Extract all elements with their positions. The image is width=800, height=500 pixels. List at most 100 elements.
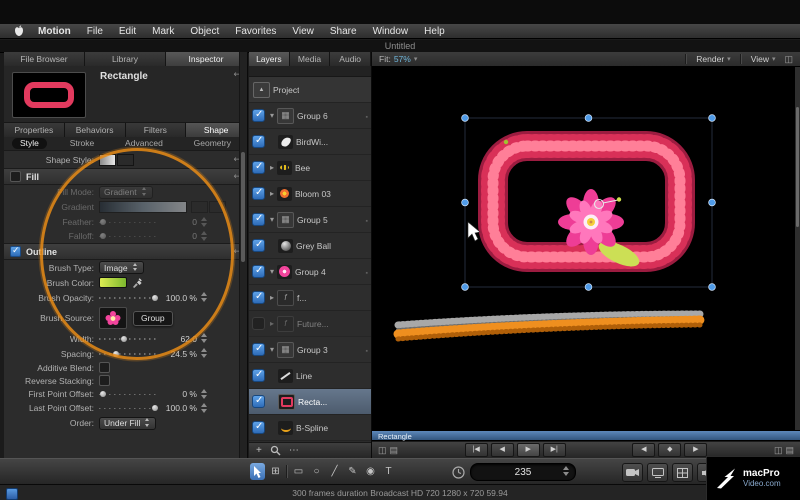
menu-window[interactable]: Window (365, 24, 417, 39)
layer-row-group6[interactable]: Group 6 (249, 103, 371, 129)
tab-file-browser[interactable]: File Browser (4, 52, 85, 66)
last-point-offset-stepper[interactable] (200, 403, 208, 414)
layer-row-bloom03[interactable]: Bloom 03 (249, 181, 371, 207)
reverse-stacking-checkbox[interactable] (99, 375, 110, 386)
gradient-preview-bar[interactable] (99, 201, 187, 213)
add-layer-button[interactable]: + (256, 444, 262, 458)
menu-file[interactable]: File (79, 24, 111, 39)
outline-checkbox[interactable] (10, 246, 21, 257)
tab-behaviors[interactable]: Behaviors (65, 123, 126, 137)
search-icon[interactable] (270, 445, 281, 456)
go-to-start-button[interactable]: |◀ (465, 443, 488, 457)
layer-row-rectangle-selected[interactable]: Recta... (249, 389, 371, 415)
visibility-checkbox[interactable] (252, 369, 265, 382)
layer-row-bee[interactable]: Bee (249, 155, 371, 181)
visibility-checkbox[interactable] (252, 161, 265, 174)
disclosure-triangle-icon[interactable] (268, 267, 276, 276)
additive-blend-checkbox[interactable] (99, 362, 110, 373)
menu-mark[interactable]: Mark (144, 24, 182, 39)
apple-menu[interactable] (8, 25, 30, 37)
brush-opacity-slider[interactable] (99, 293, 157, 302)
menu-help[interactable]: Help (416, 24, 453, 39)
visibility-checkbox[interactable] (252, 317, 265, 330)
bezier-pen-tool[interactable]: ✎ (345, 463, 360, 480)
eyedropper-icon[interactable] (132, 277, 143, 288)
visibility-checkbox[interactable] (252, 421, 265, 434)
brush-color-swatch[interactable] (99, 277, 127, 288)
feather-value[interactable]: 0 (161, 217, 197, 227)
visibility-checkbox[interactable] (252, 187, 265, 200)
layer-row-group3[interactable]: Group 3 (249, 337, 371, 363)
canvas-viewport[interactable] (372, 67, 800, 430)
tab-shape[interactable]: Shape (186, 123, 247, 137)
visibility-checkbox[interactable] (252, 395, 265, 408)
layer-row-birdwing[interactable]: BirdWi... (249, 129, 371, 155)
canvas-scrollbar[interactable] (795, 67, 800, 430)
go-to-end-button[interactable]: ▶| (543, 443, 566, 457)
layer-row-group4[interactable]: Group 4 (249, 259, 371, 285)
feather-slider[interactable] (99, 218, 157, 227)
lock-icon[interactable] (366, 345, 368, 355)
disclosure-triangle-icon[interactable] (268, 189, 276, 198)
disclosure-triangle-icon[interactable] (268, 215, 276, 224)
timecode-clock-icon[interactable] (452, 466, 465, 479)
last-point-offset-slider[interactable] (99, 404, 157, 413)
disclosure-triangle-icon[interactable] (268, 111, 276, 120)
lock-icon[interactable] (366, 267, 368, 277)
lock-icon[interactable] (366, 215, 368, 225)
circle-tool[interactable]: ○ (309, 463, 324, 480)
brush-opacity-stepper[interactable] (200, 292, 208, 303)
tab-audio[interactable]: Audio (330, 52, 371, 66)
loop-icon[interactable]: ◫ (774, 445, 783, 456)
tab-media[interactable]: Media (290, 52, 331, 66)
layer-row-future[interactable]: Future... (249, 311, 371, 337)
subtab-stroke[interactable]: Stroke (62, 138, 103, 149)
visibility-checkbox[interactable] (252, 109, 265, 122)
panel-options-button[interactable]: ⋯ (289, 444, 299, 458)
play-button[interactable]: ▶ (517, 443, 540, 457)
layer-row-greyball[interactable]: Grey Ball (249, 233, 371, 259)
visibility-checkbox[interactable] (252, 213, 265, 226)
visibility-checkbox[interactable] (252, 135, 265, 148)
menu-motion[interactable]: Motion (30, 24, 79, 39)
layer-row-line[interactable]: Line (249, 363, 371, 389)
last-point-offset-value[interactable]: 100.0 % (161, 403, 197, 413)
subtab-style[interactable]: Style (12, 138, 47, 149)
select-transform-tool[interactable] (250, 463, 265, 480)
brush-source-value[interactable]: Group (133, 311, 173, 326)
mini-timeline-bar[interactable]: Rectangle (372, 430, 800, 441)
current-frame-field[interactable]: 235 (470, 463, 576, 481)
step-back-button[interactable]: ◀ (491, 443, 514, 457)
list-icon[interactable]: ▤ (390, 445, 399, 456)
preset-menu-chip[interactable] (117, 154, 134, 166)
tab-inspector[interactable]: Inspector (166, 52, 247, 66)
layer-row-group5[interactable]: Group 5 (249, 207, 371, 233)
canvas-scrollbar-thumb[interactable] (796, 107, 799, 227)
fill-checkbox[interactable] (10, 171, 21, 182)
render-menu[interactable]: Render ▾ (690, 54, 736, 64)
feather-stepper[interactable] (200, 217, 208, 228)
spacing-value[interactable]: 24.5 % (161, 349, 197, 359)
visibility-checkbox[interactable] (252, 239, 265, 252)
width-value[interactable]: 62.0 (161, 334, 197, 344)
gradient-options-control[interactable] (191, 201, 226, 213)
disclosure-triangle-icon[interactable] (268, 345, 276, 354)
first-point-offset-value[interactable]: 0 % (161, 389, 197, 399)
line-tool[interactable]: ╱ (327, 463, 342, 480)
display-mode-icon[interactable]: ◫ (784, 54, 793, 65)
first-point-offset-slider[interactable] (99, 390, 157, 399)
rotation-handle-tip[interactable] (617, 197, 621, 201)
width-stepper[interactable] (200, 333, 208, 344)
visibility-checkbox[interactable] (252, 265, 265, 278)
disclosure-triangle-icon[interactable] (268, 319, 276, 328)
frame-stepper[interactable] (562, 466, 570, 477)
falloff-value[interactable]: 0 (161, 231, 197, 241)
layer-row-bspline[interactable]: B-Spline (249, 415, 371, 441)
inspector-scrollbar[interactable] (239, 52, 247, 458)
next-keyframe-button[interactable]: ▶ (684, 443, 707, 457)
zoom-dropdown-arrow-icon[interactable]: ▾ (414, 55, 418, 63)
menu-share[interactable]: Share (322, 24, 365, 39)
layer-row-project[interactable]: Project (249, 77, 371, 103)
menu-object[interactable]: Object (182, 24, 227, 39)
order-popup[interactable]: Under Fill (99, 417, 156, 430)
